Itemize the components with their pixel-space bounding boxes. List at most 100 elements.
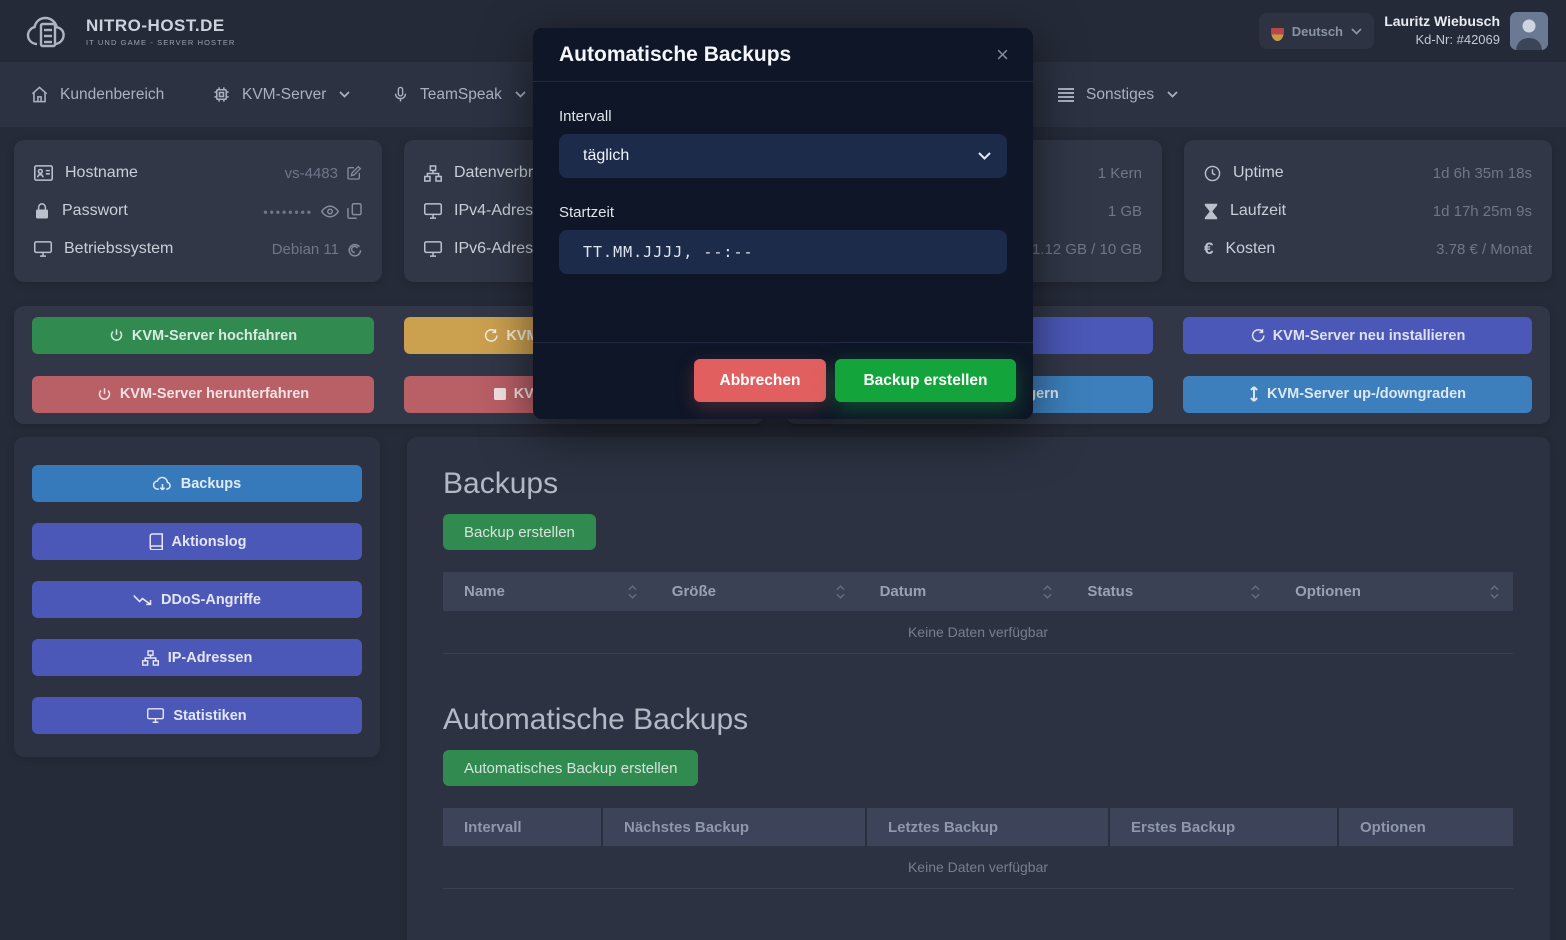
nav-label: Kundenbereich	[60, 86, 164, 104]
cost-value: 3.78 € / Monat	[1436, 241, 1532, 258]
disk-value: 1.12 GB / 10 GB	[1032, 241, 1142, 258]
cloud-server-logo-icon	[24, 10, 76, 52]
create-auto-backup-button[interactable]: Automatisches Backup erstellen	[443, 750, 698, 786]
ram-value: 1 GB	[1108, 203, 1142, 220]
auto-backups-empty-state: Keine Daten verfügbar	[443, 846, 1513, 889]
chevron-down-icon	[515, 91, 526, 98]
nav-item-sonstiges[interactable]: Sonstiges	[1057, 62, 1178, 127]
lock-icon	[34, 202, 50, 220]
power-icon	[97, 387, 112, 402]
column-header-naechstes-backup[interactable]: Nächstes Backup	[603, 808, 867, 846]
modal-title: Automatische Backups	[559, 43, 791, 67]
column-header-optionen[interactable]: Optionen	[1274, 572, 1513, 611]
edit-icon[interactable]	[346, 165, 362, 181]
sidebar-item-backups[interactable]: Backups	[32, 465, 362, 502]
start-time-input[interactable]	[559, 230, 1007, 274]
column-header-status[interactable]: Status	[1066, 572, 1274, 611]
nav-item-teamspeak[interactable]: TeamSpeak	[392, 62, 526, 127]
hostname-value: vs-4483	[285, 165, 338, 182]
debian-icon[interactable]	[347, 242, 362, 257]
column-header-letztes-backup[interactable]: Letztes Backup	[867, 808, 1110, 846]
sidebar-item-ddos[interactable]: DDoS-Angriffe	[32, 581, 362, 618]
create-backup-button[interactable]: Backup erstellen	[443, 514, 596, 550]
auto-backup-modal: Automatische Backups × Intervall täglich…	[533, 28, 1033, 419]
language-label: Deutsch	[1292, 24, 1343, 39]
kvm-start-button[interactable]: KVM-Server hochfahren	[32, 317, 374, 354]
password-label: Passwort	[62, 202, 128, 220]
cancel-button[interactable]: Abbrechen	[694, 359, 826, 402]
cost-row: € Kosten 3.78 € / Monat	[1204, 230, 1532, 268]
kvm-reinstall-button[interactable]: KVM-Server neu installieren	[1183, 317, 1532, 354]
network-icon	[424, 165, 442, 182]
sidebar-item-statistiken[interactable]: Statistiken	[32, 697, 362, 734]
close-icon[interactable]: ×	[996, 44, 1009, 66]
nav-item-kvm-server[interactable]: KVM-Server	[212, 62, 350, 127]
monitor-icon	[34, 241, 52, 257]
book-icon	[148, 533, 163, 550]
backups-table: Name Größe Datum Status Optionen Keine D…	[443, 572, 1513, 654]
interval-select[interactable]: täglich	[559, 134, 1007, 178]
sidebar-panel: Backups Aktionslog DDoS-Angriffe IP-Adre…	[14, 437, 380, 757]
sort-icon	[836, 585, 845, 599]
interval-value: täglich	[583, 147, 629, 165]
column-header-erstes-backup[interactable]: Erstes Backup	[1110, 808, 1339, 846]
runtime-label: Laufzeit	[1230, 202, 1286, 220]
sidebar-item-aktionslog[interactable]: Aktionslog	[32, 523, 362, 560]
eye-icon[interactable]	[321, 205, 339, 218]
os-value: Debian 11	[272, 241, 339, 258]
chevron-down-icon	[339, 91, 350, 98]
brand-logo[interactable]: NITRO-HOST.DE IT UND GAME - SERVER HOSTE…	[24, 10, 235, 52]
backups-empty-state: Keine Daten verfügbar	[443, 611, 1513, 654]
customer-number: Kd-Nr: #42069	[1384, 31, 1500, 49]
cloud-download-icon	[153, 476, 172, 492]
hostname-label: Hostname	[65, 164, 138, 182]
microphone-icon	[392, 85, 409, 104]
backups-title: Backups	[443, 467, 1513, 501]
kvm-shutdown-button[interactable]: KVM-Server herunterfahren	[32, 376, 374, 413]
user-name: Lauritz Wiebusch	[1384, 11, 1500, 31]
sort-icon	[1251, 585, 1260, 599]
column-header-intervall[interactable]: Intervall	[443, 808, 603, 846]
sort-icon	[1490, 585, 1499, 599]
stop-icon	[494, 388, 506, 400]
runtime-row: Laufzeit 1d 17h 25m 9s	[1204, 192, 1532, 230]
user-info[interactable]: Lauritz Wiebusch Kd-Nr: #42069	[1384, 11, 1500, 49]
backups-table-header: Name Größe Datum Status Optionen	[443, 572, 1513, 611]
list-icon	[1057, 87, 1075, 103]
chevron-down-icon	[1167, 91, 1178, 98]
create-backup-submit-button[interactable]: Backup erstellen	[835, 359, 1016, 402]
auto-backups-table-header: Intervall Nächstes Backup Letztes Backup…	[443, 808, 1513, 846]
sidebar-item-ip-adressen[interactable]: IP-Adressen	[32, 639, 362, 676]
chevron-down-icon	[1351, 28, 1362, 35]
monitor-icon	[424, 203, 442, 219]
trend-down-icon	[133, 594, 152, 606]
billing-info-card: Uptime 1d 6h 35m 18s Laufzeit 1d 17h 25m…	[1184, 140, 1552, 282]
column-header-optionen[interactable]: Optionen	[1339, 808, 1511, 846]
brand-name: NITRO-HOST.DE	[86, 16, 235, 36]
hostname-row: Hostname vs-4483	[34, 154, 362, 192]
column-header-groesse[interactable]: Größe	[651, 572, 859, 611]
id-card-icon	[34, 165, 53, 181]
uptime-row: Uptime 1d 6h 35m 18s	[1204, 154, 1532, 192]
column-header-name[interactable]: Name	[443, 572, 651, 611]
nav-item-kundenbereich[interactable]: Kundenbereich	[30, 62, 164, 127]
cpu-value: 1 Kern	[1098, 165, 1142, 182]
password-value: ••••••••	[263, 205, 313, 219]
start-time-label: Startzeit	[559, 204, 1007, 221]
copy-icon[interactable]	[347, 203, 362, 219]
home-icon	[30, 85, 49, 104]
kvm-upgrade-button[interactable]: KVM-Server up-/downgraden	[1183, 376, 1532, 413]
interval-label: Intervall	[559, 108, 1007, 125]
language-selector[interactable]: Deutsch	[1259, 13, 1374, 49]
column-header-datum[interactable]: Datum	[859, 572, 1067, 611]
runtime-value: 1d 17h 25m 9s	[1433, 203, 1532, 220]
clock-icon	[1204, 165, 1221, 182]
brand-tagline: IT UND GAME - SERVER HOSTER	[86, 38, 235, 47]
avatar[interactable]	[1510, 12, 1548, 50]
restart-icon	[483, 328, 498, 343]
monitor-icon	[147, 708, 164, 723]
cost-label: Kosten	[1225, 240, 1275, 258]
euro-icon: €	[1204, 239, 1213, 259]
auto-backups-table: Intervall Nächstes Backup Letztes Backup…	[443, 808, 1513, 889]
password-row: Passwort ••••••••	[34, 192, 362, 230]
